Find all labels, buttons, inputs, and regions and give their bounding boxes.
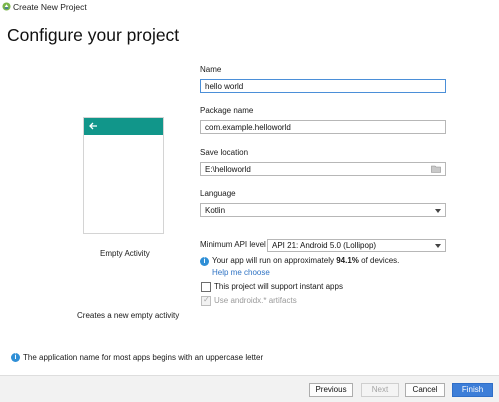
activity-description: Creates a new empty activity (77, 311, 180, 320)
name-label: Name (200, 65, 222, 74)
title-bar: Create New Project (0, 0, 499, 14)
api-coverage-prefix: Your app will run on approximately (212, 256, 337, 265)
language-label: Language (200, 189, 236, 198)
check-icon: ✓ (203, 295, 210, 304)
androidx-label: Use androidx.* artifacts (214, 296, 297, 305)
help-me-choose-link[interactable]: Help me choose (212, 268, 270, 278)
save-location-field[interactable]: E:\helloworld (200, 162, 446, 176)
save-location-value: E:\helloworld (205, 165, 251, 174)
activity-preview (83, 117, 164, 234)
preview-app-bar (84, 118, 163, 135)
chevron-down-icon (435, 244, 441, 248)
min-api-label: Minimum API level (200, 240, 266, 249)
package-name-field[interactable]: com.example.helloworld (200, 120, 446, 134)
name-field[interactable]: hello world (200, 79, 446, 93)
activity-name: Empty Activity (100, 249, 150, 258)
save-location-label: Save location (200, 148, 249, 157)
next-button[interactable]: Next (361, 383, 399, 397)
package-name-label: Package name (200, 106, 254, 115)
android-studio-icon (2, 2, 11, 11)
window-title: Create New Project (13, 2, 87, 12)
instant-apps-checkbox[interactable] (201, 282, 211, 292)
folder-icon[interactable] (431, 165, 441, 173)
min-api-value: API 21: Android 5.0 (Lollipop) (272, 241, 377, 250)
instant-apps-label[interactable]: This project will support instant apps (214, 282, 343, 292)
name-value: hello world (205, 82, 244, 91)
back-arrow-icon (89, 122, 97, 130)
finish-button[interactable]: Finish (452, 383, 493, 397)
previous-button[interactable]: Previous (309, 383, 353, 397)
status-message: The application name for most apps begin… (23, 353, 264, 362)
androidx-checkbox[interactable]: ✓ (201, 295, 211, 306)
package-name-value: com.example.helloworld (205, 123, 291, 132)
language-value: Kotlin (205, 206, 226, 215)
language-select[interactable]: Kotlin (200, 203, 446, 217)
api-coverage-suffix: of devices. (358, 256, 400, 265)
chevron-down-icon (435, 209, 441, 213)
cancel-button[interactable]: Cancel (405, 383, 445, 397)
min-api-select[interactable]: API 21: Android 5.0 (Lollipop) (267, 239, 446, 252)
page-title: Configure your project (7, 25, 180, 45)
api-coverage-text: Your app will run on approximately 94.1%… (212, 256, 399, 266)
status-info-icon: i (11, 353, 20, 362)
dialog-footer: Previous Next Cancel Finish (0, 375, 499, 402)
info-icon: i (200, 257, 209, 266)
api-coverage-percent: 94.1% (336, 256, 359, 265)
